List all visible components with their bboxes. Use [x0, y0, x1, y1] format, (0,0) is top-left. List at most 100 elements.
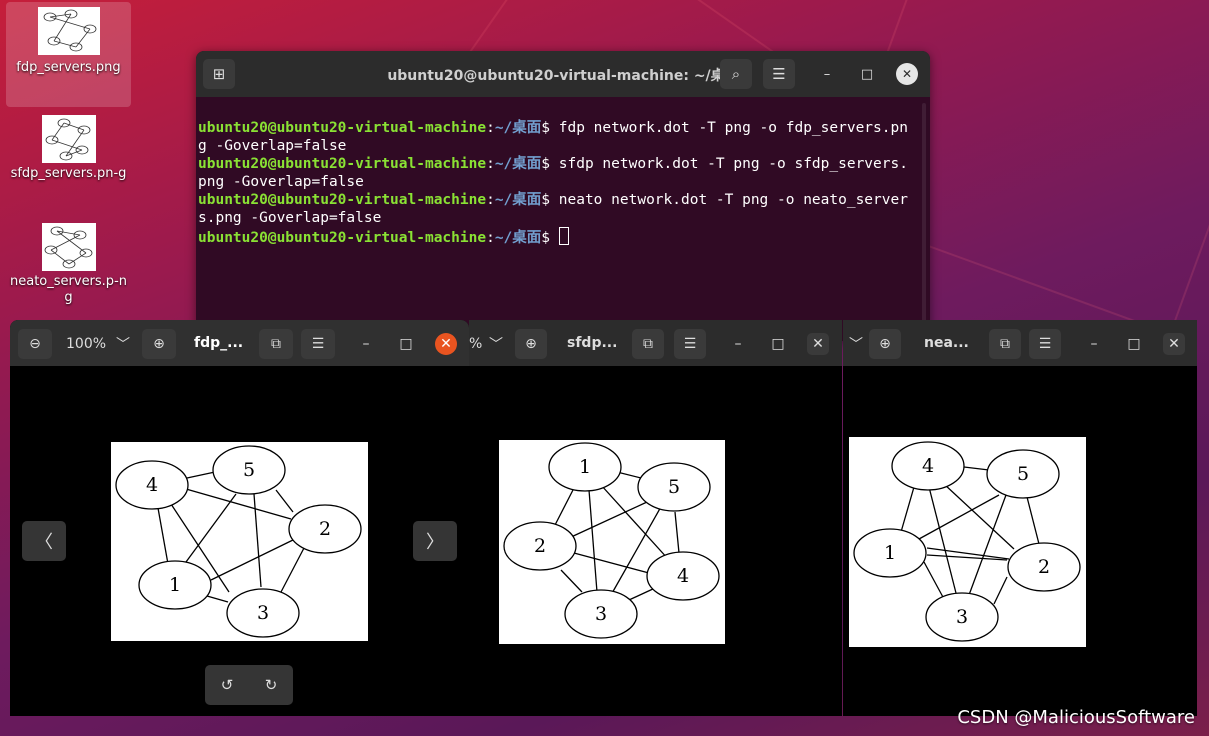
graph-node-label: 5 [668, 476, 680, 498]
zoom-level[interactable]: % [469, 329, 482, 359]
graph-node-label: 3 [956, 606, 968, 628]
close-button[interactable]: ✕ [1163, 333, 1185, 355]
minimize-button[interactable]: – [727, 329, 749, 359]
close-icon: ✕ [901, 67, 913, 81]
zoom-in-icon: ⊕ [153, 336, 165, 352]
viewer-titlebar[interactable]: ﹀ ⊕ nea... ⧉ ☰ – □ ✕ [843, 320, 1197, 366]
terminal-line: ubuntu20@ubuntu20-virtual-machine:~/桌面$ [198, 227, 916, 247]
zoom-in-button[interactable]: ⊕ [142, 329, 176, 359]
image-viewer-neato[interactable]: ﹀ ⊕ nea... ⧉ ☰ – □ ✕ 4 5 1 2 3 [843, 320, 1197, 716]
image-viewer-fdp[interactable]: ⊖ 100% ﹀ ⊕ fdp_... ⧉ ☰ – □ ✕ 〈 〉 4 5 2 1… [10, 320, 469, 716]
desktop-icon-label: fdp_servers.png [16, 60, 121, 75]
image-viewer-sfdp[interactable]: % ﹀ ⊕ sfdp... ⧉ ☰ – □ ✕ 1 5 2 4 3 [469, 320, 842, 716]
viewer-titlebar[interactable]: ⊖ 100% ﹀ ⊕ fdp_... ⧉ ☰ – □ ✕ [10, 320, 469, 366]
maximize-button[interactable]: □ [856, 63, 878, 85]
menu-button[interactable]: ☰ [763, 59, 795, 89]
zoom-dropdown-button[interactable]: ﹀ [483, 329, 509, 359]
rotate-left-button[interactable]: ↺ [205, 665, 249, 705]
prompt-user: ubuntu20@ubuntu20-virtual-machine [198, 230, 487, 246]
prompt-separator: : [486, 120, 495, 136]
prompt-user: ubuntu20@ubuntu20-virtual-machine [198, 156, 487, 172]
gallery-button[interactable]: ⧉ [632, 329, 664, 359]
graph-node-label: 2 [319, 518, 331, 540]
graph-node-label: 1 [579, 456, 591, 478]
maximize-icon: □ [771, 336, 785, 352]
terminal-window[interactable]: ⊞ ubuntu20@ubuntu20-virtual-machine: ~/桌… [196, 51, 930, 341]
search-button[interactable]: ⌕ [720, 59, 752, 89]
file-thumbnail-icon [41, 115, 96, 163]
close-icon: ✕ [440, 336, 452, 352]
chevron-down-icon: ﹀ [849, 337, 863, 353]
previous-image-button[interactable]: 〈 [22, 521, 66, 561]
zoom-in-icon: ⊕ [879, 336, 891, 352]
minimize-button[interactable]: – [1083, 329, 1105, 359]
minimize-icon: – [1090, 336, 1098, 352]
search-icon: ⌕ [731, 65, 741, 83]
graph-node-label: 1 [884, 542, 896, 564]
file-thumbnail-icon [41, 223, 96, 271]
zoom-level[interactable]: 100% [66, 329, 106, 359]
graph-node-label: 3 [257, 602, 269, 624]
minimize-icon: – [823, 66, 831, 82]
gallery-button[interactable]: ⧉ [989, 329, 1021, 359]
rotate-toolbar: ↺ ↻ [205, 665, 293, 705]
zoom-in-button[interactable]: ⊕ [869, 329, 901, 359]
maximize-button[interactable]: □ [395, 329, 417, 359]
desktop-icon-neato[interactable]: neato_servers.p-ng [6, 221, 131, 311]
viewer-title: fdp_... [194, 335, 244, 351]
prompt-user: ubuntu20@ubuntu20-virtual-machine [198, 120, 487, 136]
maximize-button[interactable]: □ [767, 329, 789, 359]
text-cursor [558, 227, 569, 245]
close-button[interactable]: ✕ [807, 333, 829, 355]
file-thumbnail-icon [37, 7, 100, 55]
close-button[interactable]: ✕ [435, 333, 457, 355]
minimize-button[interactable]: – [355, 329, 377, 359]
menu-button[interactable]: ☰ [674, 329, 706, 359]
chevron-down-icon: ﹀ [489, 337, 503, 353]
graph-svg: 4 5 1 2 3 [853, 441, 1081, 642]
maximize-icon: □ [860, 66, 874, 82]
zoom-in-icon: ⊕ [525, 336, 537, 352]
viewer-titlebar[interactable]: % ﹀ ⊕ sfdp... ⧉ ☰ – □ ✕ [469, 320, 842, 366]
graph-node-label: 5 [1017, 463, 1029, 485]
prompt-separator: : [486, 230, 495, 246]
zoom-in-button[interactable]: ⊕ [515, 329, 547, 359]
graph-node-label: 4 [677, 565, 689, 587]
terminal-output[interactable]: ubuntu20@ubuntu20-virtual-machine:~/桌面$ … [196, 97, 930, 247]
maximize-icon: □ [399, 336, 413, 352]
zoom-dropdown-button[interactable]: ﹀ [843, 329, 869, 359]
minimize-icon: – [734, 336, 742, 352]
gallery-button[interactable]: ⧉ [259, 329, 293, 359]
prompt-path: ~/桌面 [494, 120, 542, 136]
terminal-titlebar[interactable]: ⊞ ubuntu20@ubuntu20-virtual-machine: ~/桌… [196, 51, 930, 97]
zoom-dropdown-button[interactable]: ﹀ [110, 329, 136, 359]
maximize-icon: □ [1127, 336, 1141, 352]
viewer-title: nea... [924, 335, 969, 351]
gallery-icon: ⧉ [643, 336, 653, 352]
rotate-right-button[interactable]: ↻ [249, 665, 293, 705]
prompt-user: ubuntu20@ubuntu20-virtual-machine [198, 192, 487, 208]
prompt-separator: : [486, 156, 495, 172]
prompt-sign: $ [541, 230, 559, 246]
graph-node-label: 2 [534, 535, 546, 557]
prompt-path: ~/桌面 [494, 156, 542, 172]
graph-node-label: 4 [146, 474, 158, 496]
chevron-down-icon: ﹀ [116, 337, 130, 353]
graph-node-label: 3 [595, 603, 607, 625]
next-image-button[interactable]: 〉 [413, 521, 457, 561]
rotate-left-icon: ↺ [220, 676, 234, 694]
desktop-icon-sfdp[interactable]: sfdp_servers.pn-g [6, 113, 131, 203]
zoom-out-button[interactable]: ⊖ [18, 329, 52, 359]
graph-svg: 4 5 2 1 3 [115, 445, 362, 638]
menu-button[interactable]: ☰ [301, 329, 335, 359]
maximize-button[interactable]: □ [1123, 329, 1145, 359]
menu-button[interactable]: ☰ [1029, 329, 1061, 359]
minimize-button[interactable]: – [816, 63, 838, 85]
graph-image-sfdp: 1 5 2 4 3 [499, 440, 725, 644]
close-icon: ✕ [1168, 336, 1180, 352]
scrollbar[interactable] [922, 103, 926, 323]
prompt-sign: $ [541, 192, 559, 208]
desktop-icon-fdp[interactable]: fdp_servers.png [6, 2, 131, 107]
close-button[interactable]: ✕ [896, 63, 918, 85]
desktop-icon-label: neato_servers.p-ng [10, 274, 127, 305]
